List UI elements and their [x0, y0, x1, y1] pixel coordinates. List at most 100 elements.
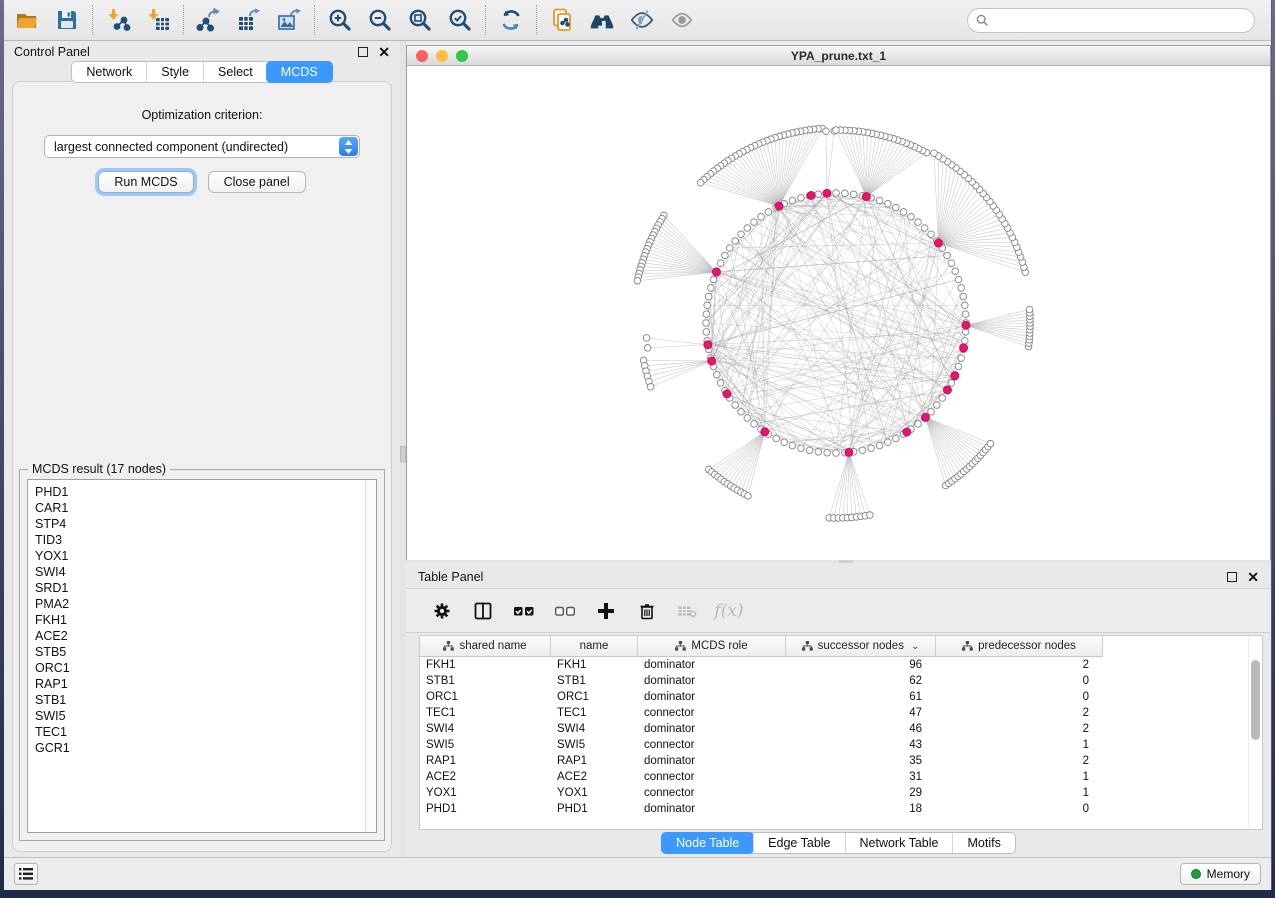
- vertical-splitter[interactable]: [400, 41, 406, 857]
- network-node[interactable]: [713, 371, 720, 378]
- table-row[interactable]: YOX1YOX1connector291: [420, 785, 1262, 801]
- close-panel-icon[interactable]: ✕: [378, 47, 390, 57]
- network-node[interactable]: [948, 260, 955, 267]
- clone-network-icon[interactable]: [549, 7, 575, 33]
- export-network-icon[interactable]: [196, 7, 222, 33]
- network-node[interactable]: [751, 421, 758, 428]
- memory-button[interactable]: Memory: [1180, 863, 1261, 885]
- network-node[interactable]: [931, 150, 938, 157]
- network-node[interactable]: [1026, 306, 1033, 313]
- network-window-titlebar[interactable]: YPA_prune.txt_1: [407, 46, 1270, 66]
- zoom-out-icon[interactable]: [367, 7, 393, 33]
- mcds-node[interactable]: [921, 413, 929, 421]
- table-options-icon[interactable]: [431, 600, 453, 622]
- mcds-result-item[interactable]: RAP1: [35, 676, 376, 692]
- network-node[interactable]: [744, 225, 751, 232]
- table-row[interactable]: SWI4SWI4dominator462: [420, 721, 1262, 737]
- mcds-result-item[interactable]: ACE2: [35, 628, 376, 644]
- mcds-node[interactable]: [704, 341, 712, 349]
- table-row[interactable]: STB1STB1dominator620: [420, 673, 1262, 689]
- network-node[interactable]: [710, 276, 717, 283]
- table-row[interactable]: RAP1RAP1dominator352: [420, 753, 1262, 769]
- network-node[interactable]: [789, 197, 796, 204]
- network-node[interactable]: [955, 363, 962, 370]
- network-node[interactable]: [884, 439, 891, 446]
- tab-select[interactable]: Select: [203, 62, 267, 82]
- network-node[interactable]: [958, 285, 965, 292]
- network-node[interactable]: [955, 276, 962, 283]
- search-input[interactable]: [967, 8, 1255, 33]
- network-node[interactable]: [798, 195, 805, 202]
- criterion-select[interactable]: largest connected component (undirected): [44, 135, 360, 158]
- network-node[interactable]: [948, 380, 955, 387]
- zoom-selected-icon[interactable]: [447, 7, 473, 33]
- mcds-result-item[interactable]: PMA2: [35, 596, 376, 612]
- close-table-panel-icon[interactable]: ✕: [1247, 572, 1259, 582]
- network-node[interactable]: [697, 179, 704, 186]
- network-node[interactable]: [908, 213, 915, 220]
- table-row[interactable]: ORC1ORC1dominator610: [420, 689, 1262, 705]
- network-node[interactable]: [961, 302, 968, 309]
- network-node[interactable]: [703, 329, 710, 336]
- network-node[interactable]: [868, 445, 875, 452]
- network-node[interactable]: [745, 493, 752, 500]
- mcds-node[interactable]: [712, 268, 720, 276]
- mcds-result-item[interactable]: YOX1: [35, 548, 376, 564]
- deselect-all-columns-icon[interactable]: [554, 600, 576, 622]
- mcds-node[interactable]: [943, 386, 951, 394]
- toggle-column-view-icon[interactable]: [472, 600, 494, 622]
- column-header-MCDS-role[interactable]: MCDS role: [638, 636, 786, 657]
- mcds-node[interactable]: [823, 189, 831, 197]
- import-table-icon[interactable]: [145, 7, 171, 33]
- network-node[interactable]: [962, 311, 969, 318]
- tab-style[interactable]: Style: [146, 62, 203, 82]
- network-node[interactable]: [833, 450, 840, 457]
- table-row[interactable]: FKH1FKH1dominator962: [420, 657, 1262, 673]
- table-row[interactable]: PHD1PHD1dominator180: [420, 801, 1262, 817]
- network-node[interactable]: [961, 337, 968, 344]
- network-node[interactable]: [722, 252, 729, 259]
- search-network-icon[interactable]: [589, 7, 615, 33]
- mcds-result-item[interactable]: TEC1: [35, 724, 376, 740]
- network-node[interactable]: [781, 439, 788, 446]
- mcds-node[interactable]: [723, 390, 731, 398]
- network-node[interactable]: [952, 268, 959, 275]
- network-node[interactable]: [644, 345, 651, 352]
- mcds-node[interactable]: [775, 202, 783, 210]
- horizontal-splitter[interactable]: [406, 560, 1271, 563]
- network-node[interactable]: [738, 231, 745, 238]
- float-panel-icon[interactable]: [358, 47, 368, 57]
- mcds-result-item[interactable]: SRD1: [35, 580, 376, 596]
- network-node[interactable]: [900, 209, 907, 216]
- mcds-result-item[interactable]: SWI4: [35, 564, 376, 580]
- mcds-result-item[interactable]: SWI5: [35, 708, 376, 724]
- table-row[interactable]: TEC1TEC1connector472: [420, 705, 1262, 721]
- network-node[interactable]: [958, 355, 965, 362]
- network-node[interactable]: [876, 442, 883, 449]
- network-node[interactable]: [850, 191, 857, 198]
- network-node[interactable]: [732, 238, 739, 245]
- network-node[interactable]: [893, 204, 900, 211]
- network-node[interactable]: [815, 448, 822, 455]
- network-node[interactable]: [732, 402, 739, 409]
- run-mcds-button[interactable]: Run MCDS: [98, 171, 193, 193]
- mcds-node[interactable]: [845, 448, 853, 456]
- task-history-button[interactable]: [14, 863, 38, 885]
- table-tab-network-table[interactable]: Network Table: [845, 833, 953, 853]
- network-node[interactable]: [717, 380, 724, 387]
- scrollbar-thumb[interactable]: [1251, 660, 1260, 740]
- network-node[interactable]: [744, 415, 751, 422]
- network-node[interactable]: [915, 219, 922, 226]
- mcds-result-item[interactable]: STB1: [35, 692, 376, 708]
- tab-mcds[interactable]: MCDS: [266, 61, 333, 83]
- network-node[interactable]: [876, 197, 883, 204]
- mcds-result-item[interactable]: STP4: [35, 516, 376, 532]
- tab-network[interactable]: Network: [72, 62, 146, 82]
- network-node[interactable]: [842, 190, 849, 197]
- mcds-node[interactable]: [960, 344, 968, 352]
- network-node[interactable]: [815, 191, 822, 198]
- zoom-in-icon[interactable]: [327, 7, 353, 33]
- column-header-shared-name[interactable]: shared name: [420, 636, 551, 657]
- network-node[interactable]: [944, 252, 951, 259]
- network-node[interactable]: [884, 200, 891, 207]
